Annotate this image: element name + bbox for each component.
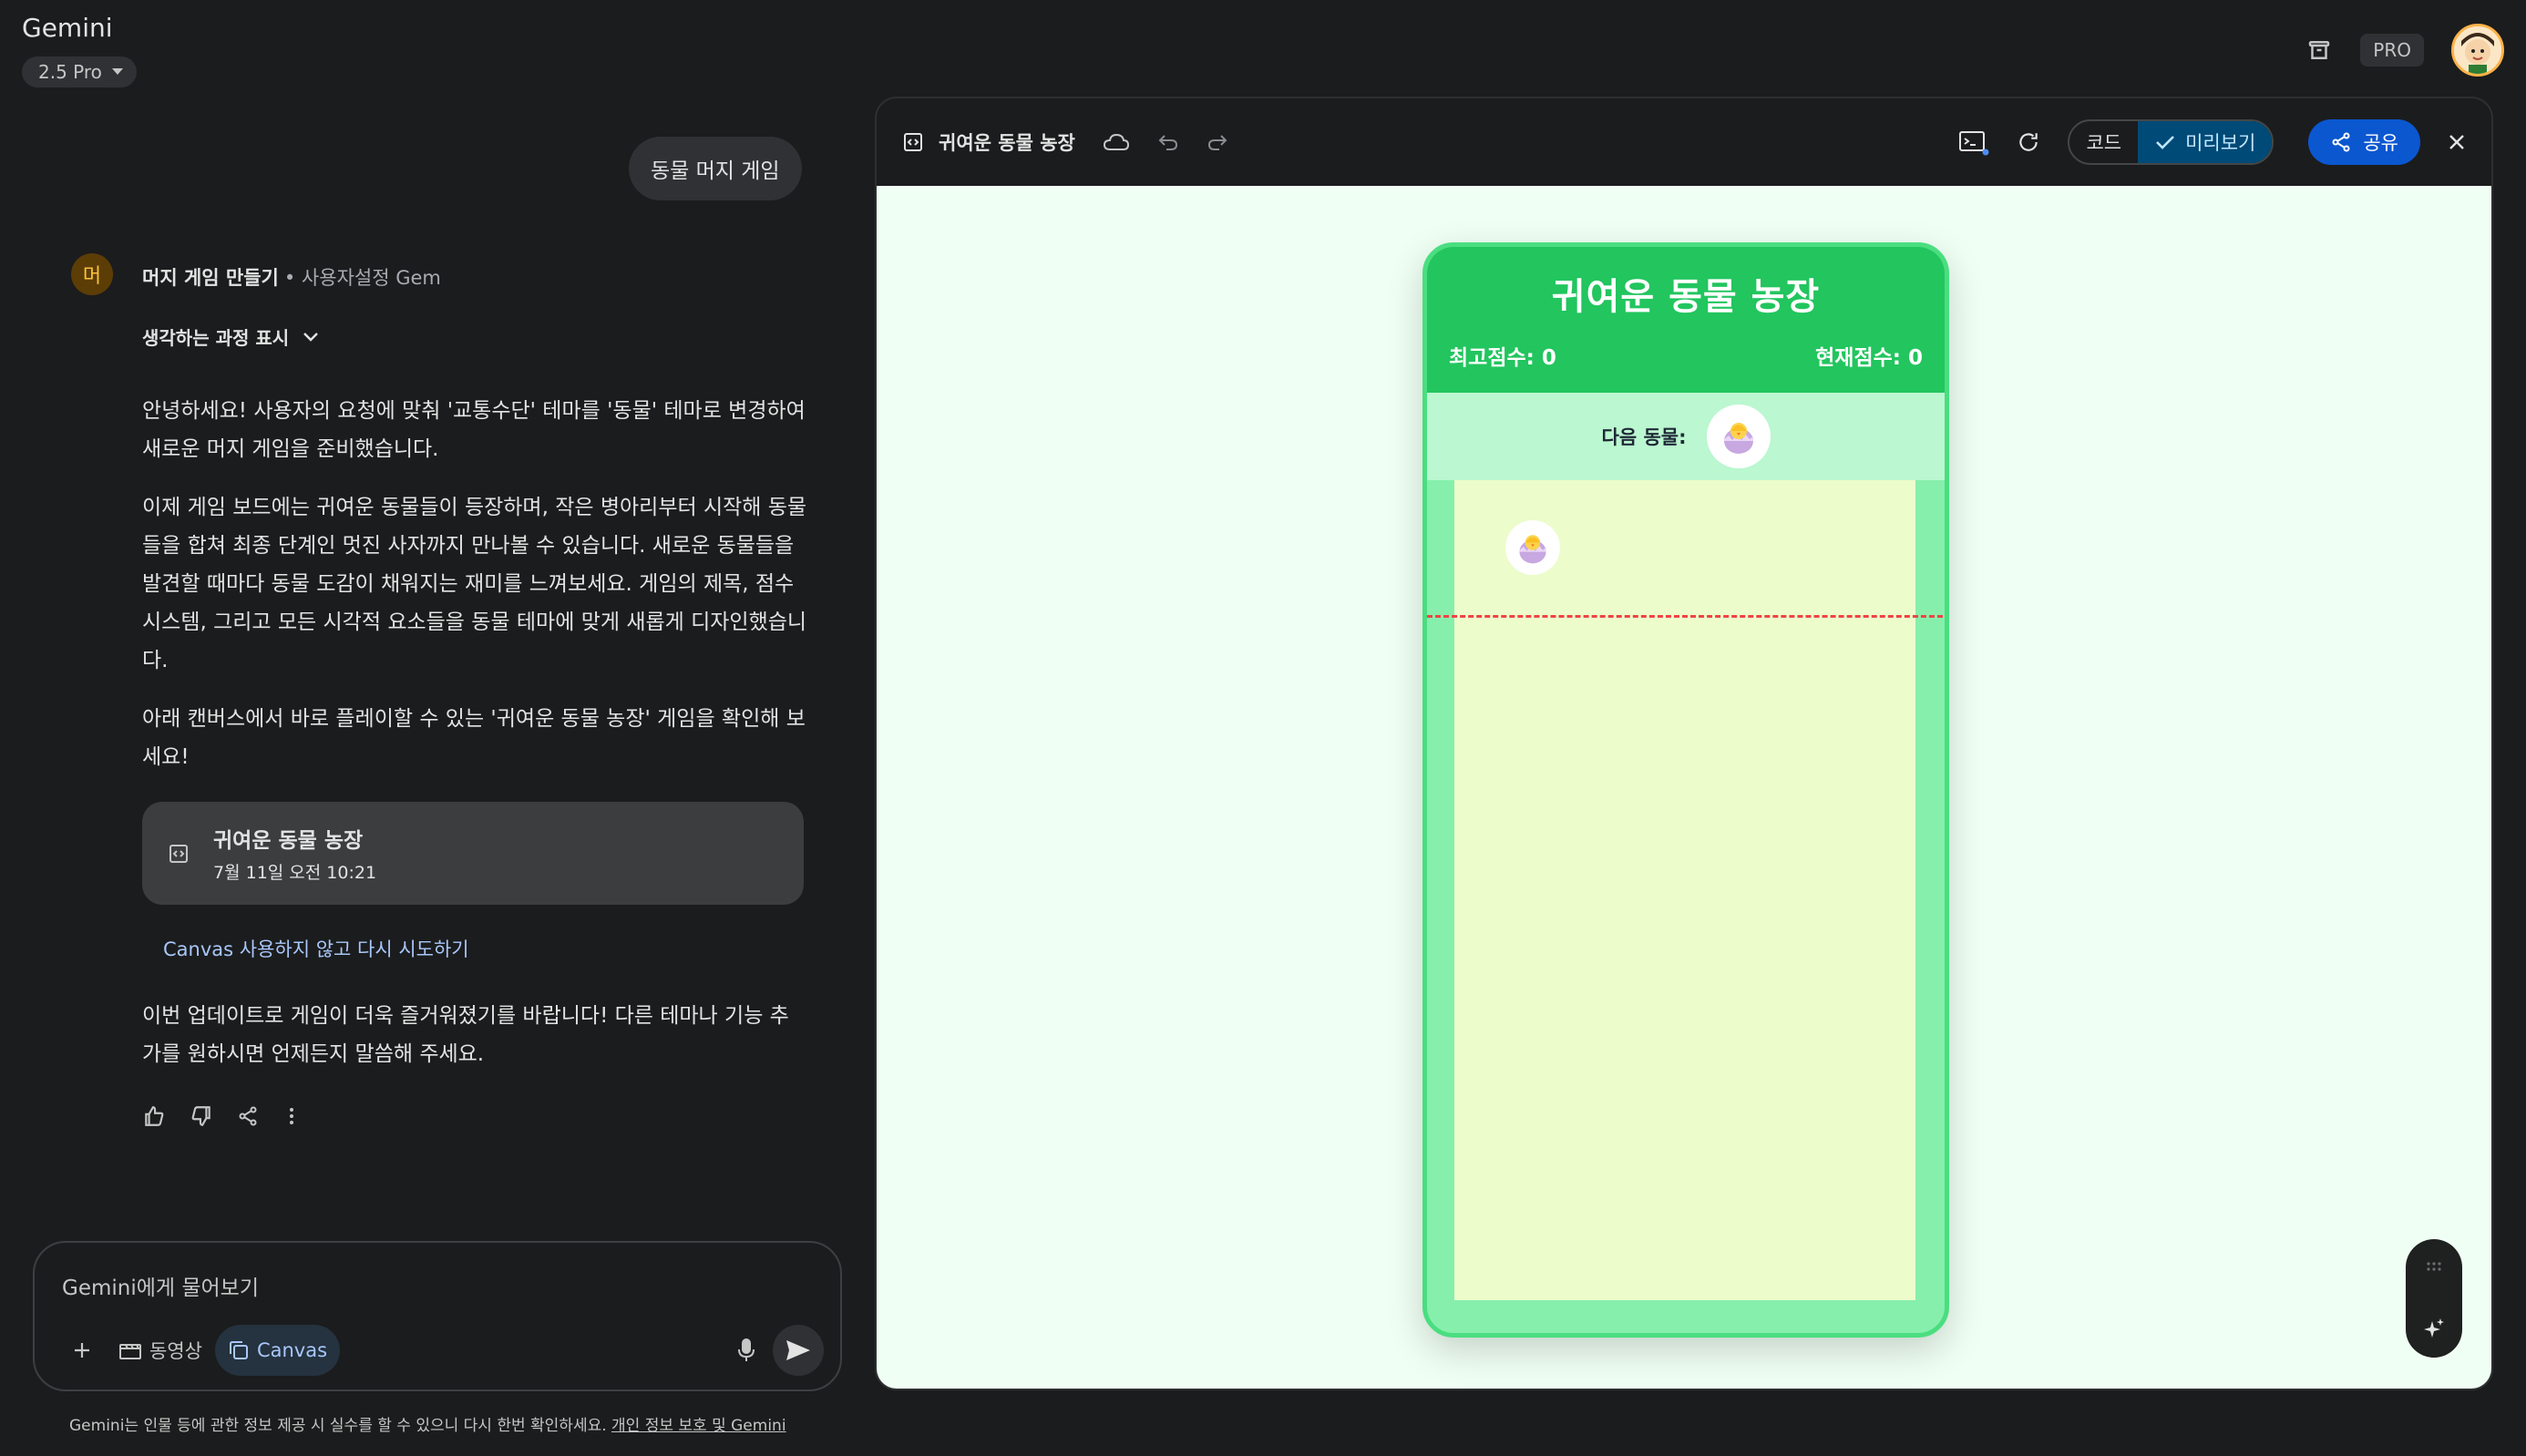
- preview-label: 미리보기: [2185, 132, 2256, 154]
- next-animal-preview: [1706, 405, 1771, 468]
- model-label: 2.5 Pro: [38, 61, 102, 83]
- response-paragraph: 안녕하세요! 사용자의 요청에 맞춰 '교통수단' 테마를 '동물' 테마로 변…: [142, 399, 806, 461]
- microphone-icon[interactable]: [736, 1338, 756, 1363]
- cloud-saved-icon[interactable]: [1103, 132, 1130, 152]
- response-actions: [142, 1104, 301, 1128]
- code-canvas-icon: [168, 843, 190, 865]
- canvas-toolbar: 귀여운 동물 농장 코드 미리보기 공유: [877, 98, 2491, 186]
- close-icon[interactable]: [2448, 133, 2466, 151]
- best-score: 최고점수: 0: [1449, 346, 1556, 370]
- canvas-title-label: 귀여운 동물 농장: [939, 132, 1075, 154]
- model-selector[interactable]: 2.5 Pro: [22, 56, 137, 87]
- next-animal-label: 다음 동물:: [1601, 426, 1687, 448]
- floating-toolbar: [2406, 1239, 2462, 1358]
- canvas-button[interactable]: Canvas: [214, 1325, 341, 1376]
- chevron-down-icon: [302, 331, 320, 343]
- canvas-title: 귀여운 동물 농장: [902, 128, 1075, 156]
- delete-icon[interactable]: [2305, 36, 2333, 64]
- response-paragraph: 이제 게임 보드에는 귀여운 동물들이 등장하며, 작은 병아리부터 시작해 동…: [142, 496, 807, 672]
- drop-animal[interactable]: [1505, 520, 1560, 575]
- disclaimer: Gemini는 인물 등에 관한 정보 제공 시 실수를 할 수 있으니 다시 …: [69, 1412, 786, 1435]
- refresh-icon[interactable]: [2017, 130, 2040, 154]
- canvas-label: Canvas: [256, 1339, 328, 1361]
- input-toolbar: 동영상 Canvas: [58, 1324, 824, 1377]
- thumbs-down-icon[interactable]: [190, 1104, 213, 1128]
- redo-icon[interactable]: [1207, 132, 1228, 152]
- video-button[interactable]: 동영상: [106, 1325, 215, 1376]
- gem-name[interactable]: 머지 게임 만들기: [142, 263, 279, 291]
- console-icon[interactable]: [1958, 128, 1989, 156]
- score-row: 최고점수: 0 현재점수: 0: [1427, 340, 1945, 371]
- game-title: 귀여운 동물 농장: [1551, 276, 1821, 318]
- user-avatar[interactable]: [2451, 24, 2504, 77]
- game-header: 귀여운 동물 농장 최고점수: 0 현재점수: 0: [1427, 247, 1945, 393]
- canvas-card[interactable]: 귀여운 동물 농장 7월 11일 오전 10:21: [142, 802, 804, 905]
- current-score: 현재점수: 0: [1815, 346, 1923, 370]
- canvas-card-date: 7월 11일 오전 10:21: [213, 863, 377, 883]
- game-container: 귀여운 동물 농장 최고점수: 0 현재점수: 0 다음 동물:: [1422, 242, 1949, 1338]
- prompt-input[interactable]: Gemini에게 물어보기: [62, 1270, 259, 1301]
- code-canvas-icon: [902, 131, 924, 153]
- show-thinking-toggle[interactable]: 생각하는 과정 표시: [142, 323, 320, 350]
- send-button[interactable]: [773, 1325, 824, 1376]
- app-title: Gemini: [22, 13, 113, 43]
- gem-avatar: 머: [71, 253, 113, 295]
- model-response: 안녕하세요! 사용자의 요청에 맞춰 '교통수단' 테마를 '동물' 테마로 변…: [142, 392, 807, 796]
- video-label: 동영상: [149, 1340, 202, 1362]
- undo-icon[interactable]: [1157, 132, 1179, 152]
- gem-header: 머지 게임 만들기 • 사용자설정 Gem: [142, 263, 441, 291]
- chevron-down-icon: [111, 67, 124, 77]
- share-label: 공유: [2363, 132, 2398, 154]
- sparkle-edit-icon[interactable]: [2421, 1316, 2447, 1341]
- share-icon[interactable]: [237, 1105, 259, 1127]
- user-message: 동물 머지 게임: [629, 137, 802, 200]
- code-tab[interactable]: 코드: [2069, 121, 2138, 163]
- canvas-panel: 귀여운 동물 농장 코드 미리보기 공유 귀여운 동물 농장 최고점수: 0 현…: [875, 97, 2493, 1390]
- preview-tab[interactable]: 미리보기: [2138, 121, 2273, 163]
- thinking-label: 생각하는 과정 표시: [142, 327, 290, 349]
- gem-type: • 사용자설정 Gem: [283, 267, 441, 289]
- hatching-chick-icon: [1514, 528, 1552, 567]
- canvas-icon: [228, 1339, 250, 1361]
- privacy-link[interactable]: 개인 정보 보호 및 Gemini: [611, 1417, 786, 1435]
- disclaimer-text: Gemini는 인물 등에 관한 정보 제공 시 실수를 할 수 있으니 다시 …: [69, 1417, 612, 1435]
- plus-icon: [71, 1339, 93, 1361]
- thumbs-up-icon[interactable]: [142, 1104, 166, 1128]
- canvas-card-title: 귀여운 동물 농장: [213, 829, 364, 853]
- danger-line: [1427, 615, 1943, 618]
- drag-handle-icon[interactable]: [2425, 1261, 2443, 1272]
- response-closing: 이번 업데이트로 게임이 더욱 즐거워졌기를 바랍니다! 다른 테마나 기능 추…: [142, 1004, 789, 1066]
- view-toggle: 코드 미리보기: [2068, 119, 2274, 165]
- add-button[interactable]: [58, 1325, 106, 1376]
- pro-badge: PRO: [2360, 34, 2424, 67]
- canvas-preview: 귀여운 동물 농장 최고점수: 0 현재점수: 0 다음 동물:: [877, 186, 2491, 1389]
- share-icon: [2330, 131, 2352, 153]
- prompt-input-box[interactable]: Gemini에게 물어보기 동영상 Canvas: [33, 1241, 842, 1391]
- more-vert-icon[interactable]: [282, 1105, 301, 1127]
- share-button[interactable]: 공유: [2308, 119, 2420, 165]
- retry-without-canvas-link[interactable]: Canvas 사용하지 않고 다시 시도하기: [163, 935, 469, 962]
- top-actions: PRO: [2305, 24, 2504, 77]
- check-icon: [2154, 133, 2176, 151]
- clapperboard-icon: [118, 1339, 142, 1361]
- send-icon: [785, 1338, 812, 1362]
- next-animal-row: 다음 동물:: [1427, 393, 1945, 480]
- hatching-chick-icon: [1718, 415, 1760, 457]
- response-paragraph: 아래 캔버스에서 바로 플레이할 수 있는 '귀여운 동물 농장' 게임을 확인…: [142, 707, 806, 769]
- game-board[interactable]: [1427, 480, 1943, 1300]
